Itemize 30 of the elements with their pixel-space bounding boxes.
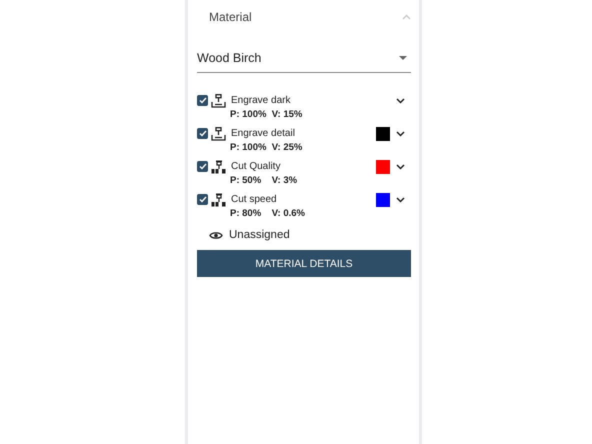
layer-settings: P: 50% V: 3%	[230, 175, 298, 188]
chevron-down-icon[interactable]	[396, 130, 405, 136]
layer-name: Engrave dark	[231, 95, 292, 106]
layer-color-swatch[interactable]	[376, 126, 390, 140]
unassigned-label: Unassigned	[229, 229, 290, 241]
layer-checkbox[interactable]	[197, 128, 208, 139]
layer-checkbox[interactable]	[197, 95, 208, 106]
chevron-down-icon[interactable]	[396, 164, 405, 170]
layer-checkbox[interactable]	[197, 194, 208, 205]
layer-name: Engrave detail	[231, 128, 296, 139]
layer-settings: P: 80% V: 0.6%	[230, 208, 306, 221]
eye-icon[interactable]	[209, 230, 223, 240]
layer-checkbox[interactable]	[197, 161, 208, 172]
dropdown-caret-icon	[399, 56, 407, 60]
material-details-button[interactable]: MATERIAL DETAILS	[197, 250, 411, 277]
layer-settings: P: 100% V: 15%	[230, 109, 304, 122]
chevron-down-icon[interactable]	[396, 98, 405, 104]
layer-name: Cut speed	[231, 194, 278, 205]
chevron-down-icon[interactable]	[396, 196, 405, 202]
laser-cut-icon	[211, 192, 226, 206]
dropdown-value: Wood Birch	[197, 51, 262, 65]
layer-name: Cut Quality	[231, 161, 282, 172]
laser-cut-icon	[211, 160, 226, 174]
layer-color-swatch[interactable]	[376, 192, 390, 206]
laser-engrave-icon	[211, 126, 226, 140]
section-title: Material	[209, 10, 252, 24]
layer-color-swatch[interactable]	[376, 160, 390, 174]
laser-engrave-icon	[211, 94, 226, 108]
material-dropdown[interactable]: Wood Birch	[197, 44, 411, 73]
layer-settings: P: 100% V: 25%	[230, 142, 304, 155]
